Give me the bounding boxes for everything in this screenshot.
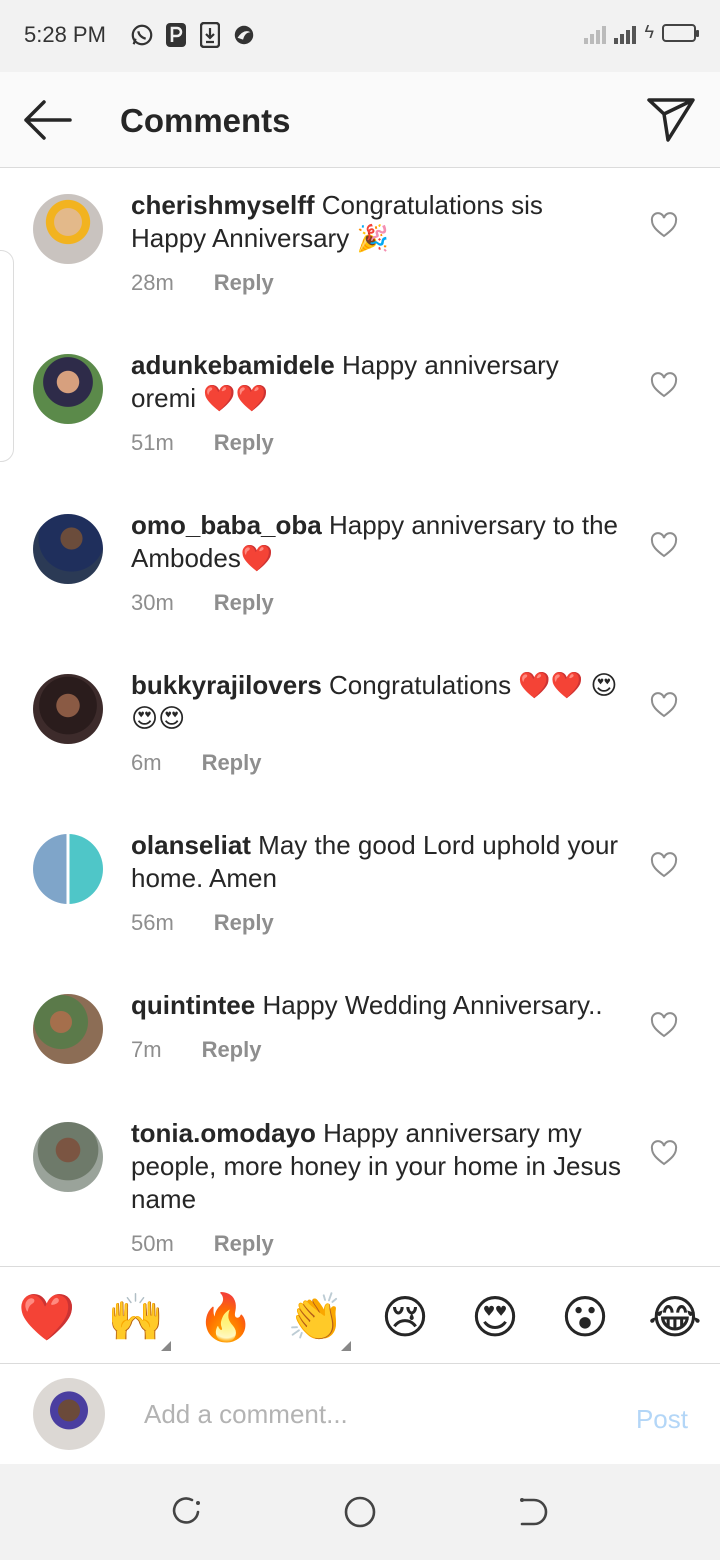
comment-username[interactable]: omo_baba_oba: [131, 510, 322, 540]
comment-time: 7m: [131, 1037, 162, 1062]
comment-time: 6m: [131, 750, 162, 775]
comment-meta: 7m Reply: [131, 1037, 261, 1063]
comment-text: quintintee Happy Wedding Anniversary..: [131, 989, 631, 1022]
comment-username[interactable]: adunkebamidele: [131, 350, 335, 380]
comment-text: bukkyrajilovers Congratulations ❤️❤️ 😍😍😍: [131, 669, 621, 735]
comment-meta: 51m Reply: [131, 430, 274, 456]
signal-icon: [584, 22, 607, 44]
heart-icon: [650, 372, 678, 398]
like-button[interactable]: [650, 1140, 678, 1166]
comment-time: 30m: [131, 590, 174, 615]
comment-meta: 6m Reply: [131, 750, 261, 776]
like-button[interactable]: [650, 372, 678, 398]
reply-button[interactable]: Reply: [202, 750, 262, 776]
heart-icon: [650, 1012, 678, 1038]
charging-battery-icon: [662, 24, 699, 42]
emoji-quick-bar: ❤️ 🙌 🔥 👏 😢 😍 😮 😂: [0, 1266, 720, 1364]
heart-icon: [650, 1140, 678, 1166]
share-button[interactable]: [646, 96, 696, 144]
comment-username[interactable]: olanseliat: [131, 830, 251, 860]
download-icon: [198, 22, 222, 48]
heart-icon: [650, 212, 678, 238]
comment-username[interactable]: cherishmyselff: [131, 190, 315, 220]
home-circle-icon: [344, 1496, 376, 1528]
skin-tone-indicator: [341, 1341, 351, 1351]
heart-icon: [650, 692, 678, 718]
header: Comments: [0, 72, 720, 168]
reply-button[interactable]: Reply: [214, 590, 274, 616]
app-icon: [232, 22, 256, 48]
comment-text: olanseliat May the good Lord uphold your…: [131, 829, 621, 895]
avatar[interactable]: [33, 514, 103, 584]
avatar[interactable]: [33, 194, 103, 264]
reply-button[interactable]: Reply: [214, 270, 274, 296]
paper-plane-icon: [647, 98, 695, 142]
reply-button[interactable]: Reply: [214, 1231, 274, 1257]
recents-button[interactable]: [168, 1494, 204, 1530]
comment-meta: 56m Reply: [131, 910, 274, 936]
charging-bolt-icon: ϟ: [644, 22, 654, 42]
reply-button[interactable]: Reply: [214, 430, 274, 456]
status-icons-right: ϟ: [584, 22, 699, 44]
emoji-fire[interactable]: 🔥: [197, 1289, 254, 1345]
whatsapp-icon: [130, 22, 154, 48]
avatar[interactable]: [33, 354, 103, 424]
like-button[interactable]: [650, 852, 678, 878]
comment-text: tonia.omodayo Happy anniversary my peopl…: [131, 1117, 621, 1216]
skin-tone-indicator: [161, 1341, 171, 1351]
comment-username[interactable]: tonia.omodayo: [131, 1118, 316, 1148]
my-avatar: [33, 1378, 105, 1450]
reply-button[interactable]: Reply: [202, 1037, 262, 1063]
comment-text: adunkebamidele Happy anniversary oremi ❤…: [131, 349, 621, 415]
system-nav-bar: [0, 1464, 720, 1560]
reply-button[interactable]: Reply: [214, 910, 274, 936]
comment-text: omo_baba_oba Happy anniversary to the Am…: [131, 509, 621, 575]
comment-time: 56m: [131, 910, 174, 935]
comment-meta: 28m Reply: [131, 270, 274, 296]
side-panel-handle[interactable]: [0, 250, 14, 462]
comment-username[interactable]: quintintee: [131, 990, 255, 1020]
avatar[interactable]: [33, 674, 103, 744]
post-button[interactable]: Post: [636, 1404, 688, 1435]
emoji-clapping-hands[interactable]: 👏: [287, 1289, 344, 1345]
back-button[interactable]: [22, 98, 72, 142]
emoji-surprised-face[interactable]: 😮: [557, 1289, 613, 1345]
heart-icon: [650, 852, 678, 878]
status-icons-left: [130, 22, 256, 48]
emoji-heart-eyes[interactable]: 😍: [467, 1289, 523, 1345]
comment-meta: 30m Reply: [131, 590, 274, 616]
like-button[interactable]: [650, 212, 678, 238]
like-button[interactable]: [650, 532, 678, 558]
like-button[interactable]: [650, 1012, 678, 1038]
comment-input[interactable]: [144, 1394, 604, 1434]
back-nav-button[interactable]: [516, 1494, 552, 1530]
heart-icon: [650, 532, 678, 558]
comment-time: 51m: [131, 430, 174, 455]
avatar[interactable]: [33, 994, 103, 1064]
emoji-raised-hands[interactable]: 🙌: [107, 1289, 164, 1345]
status-time: 5:28 PM: [24, 22, 106, 47]
comment-time: 28m: [131, 270, 174, 295]
recents-icon: [172, 1497, 200, 1524]
comment-time: 50m: [131, 1231, 174, 1256]
comment-text: cherishmyselff Congratulations sis Happy…: [131, 189, 621, 255]
page-title: Comments: [120, 102, 291, 139]
emoji-heart[interactable]: ❤️: [18, 1289, 75, 1345]
home-button[interactable]: [342, 1494, 378, 1530]
avatar[interactable]: [33, 1122, 103, 1192]
arrow-left-icon: [24, 100, 72, 140]
comment-meta: 50m Reply: [131, 1231, 274, 1257]
signal-h-plus-icon: [614, 22, 637, 44]
like-button[interactable]: [650, 692, 678, 718]
emoji-crying-face[interactable]: 😢: [377, 1289, 433, 1345]
comment-body: Happy Wedding Anniversary..: [262, 990, 603, 1020]
emoji-tears-of-joy[interactable]: 😂: [647, 1289, 703, 1345]
back-nav-icon: [520, 1498, 548, 1526]
avatar[interactable]: [33, 834, 103, 904]
comment-username[interactable]: bukkyrajilovers: [131, 670, 322, 700]
comment-composer: Post: [0, 1364, 720, 1464]
p-icon: [164, 22, 188, 48]
status-bar: 5:28 PM ϟ: [0, 0, 720, 72]
